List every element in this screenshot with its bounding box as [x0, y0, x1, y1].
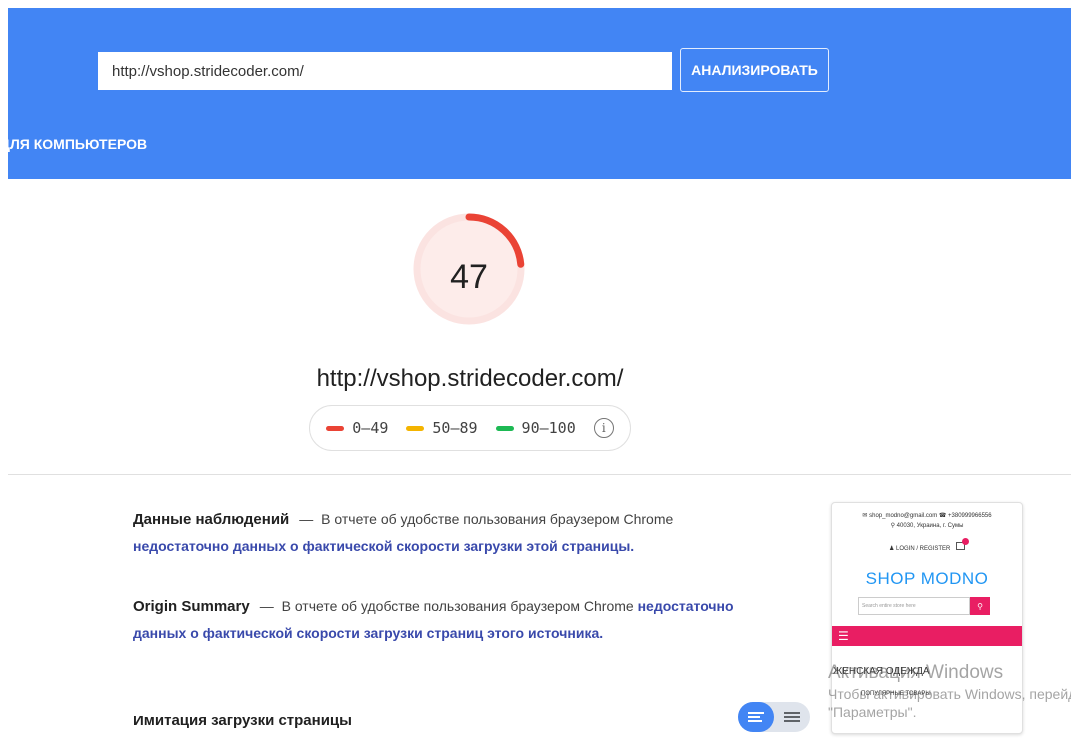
url-input[interactable] [98, 52, 672, 90]
legend-bar-green [495, 425, 514, 431]
field-data-link[interactable]: недостаточно данных о фактической скорос… [133, 538, 634, 554]
legend-bar-orange [406, 425, 425, 431]
analyze-button[interactable]: АНАЛИЗИРОВАТЬ [680, 48, 829, 92]
list-view-icon[interactable] [774, 702, 810, 732]
view-toggle[interactable] [738, 702, 810, 732]
field-data-title: Данные наблюдений [133, 511, 290, 528]
section-divider [8, 474, 1071, 475]
legend-item-average: 50–89 [406, 419, 478, 437]
summary-view-icon[interactable] [738, 702, 774, 732]
tab-desktop[interactable]: ДЛЯ КОМПЬЮТЕРОВ [0, 136, 147, 152]
hamburger-icon: ☰ [838, 629, 849, 643]
thumbnail-menu-bar: ☰ [832, 626, 1022, 646]
thumbnail-search: Search entire store here ⚲ [858, 597, 1022, 615]
field-data-text: В отчете об удобстве пользования браузер… [321, 511, 674, 527]
legend-item-fail: 0–49 [326, 419, 388, 437]
field-data-section: Данные наблюдений — В отчете об удобстве … [133, 506, 763, 559]
cart-icon [956, 538, 970, 550]
lab-data-heading: Имитация загрузки страницы [133, 716, 352, 728]
header-bar [8, 8, 1071, 179]
legend-range: 0–49 [352, 419, 389, 437]
separator-dash: — [299, 511, 314, 527]
origin-summary-text: В отчете об удобстве пользования браузер… [281, 598, 634, 614]
performance-score: 47 [450, 258, 488, 296]
watermark-title: Активация Windows [828, 662, 1004, 683]
origin-summary-title: Origin Summary [133, 598, 250, 615]
thumbnail-contact: ✉ shop_modno@gmail.com ☎ +380999966556 [862, 513, 992, 519]
search-icon: ⚲ [970, 597, 990, 615]
score-legend: 0–49 50–89 90–100 i [309, 405, 631, 451]
info-icon[interactable]: i [593, 418, 614, 438]
origin-summary-section: Origin Summary — В отчете об удобстве пол… [133, 593, 763, 646]
watermark-text: Чтобы активировать Windows, перейди [828, 686, 1071, 702]
separator-dash: — [259, 598, 274, 614]
thumbnail-logo: SHOP MODNO [865, 569, 989, 588]
windows-activation-watermark: Активация Windows Чтобы активировать Win… [828, 662, 1071, 720]
legend-range: 50–89 [432, 419, 478, 437]
tested-url: http://vshop.stridecoder.com/ [316, 365, 624, 392]
watermark-text-2: "Параметры". [828, 704, 917, 720]
legend-item-pass: 90–100 [495, 419, 576, 437]
thumbnail-search-field: Search entire store here [858, 597, 970, 615]
legend-range: 90–100 [521, 419, 576, 437]
thumbnail-login: ♟ LOGIN / REGISTER [832, 538, 1022, 552]
thumbnail-address: ⚲ 40030, Украина, г. Сумы [890, 523, 964, 529]
legend-bar-red [326, 425, 345, 431]
